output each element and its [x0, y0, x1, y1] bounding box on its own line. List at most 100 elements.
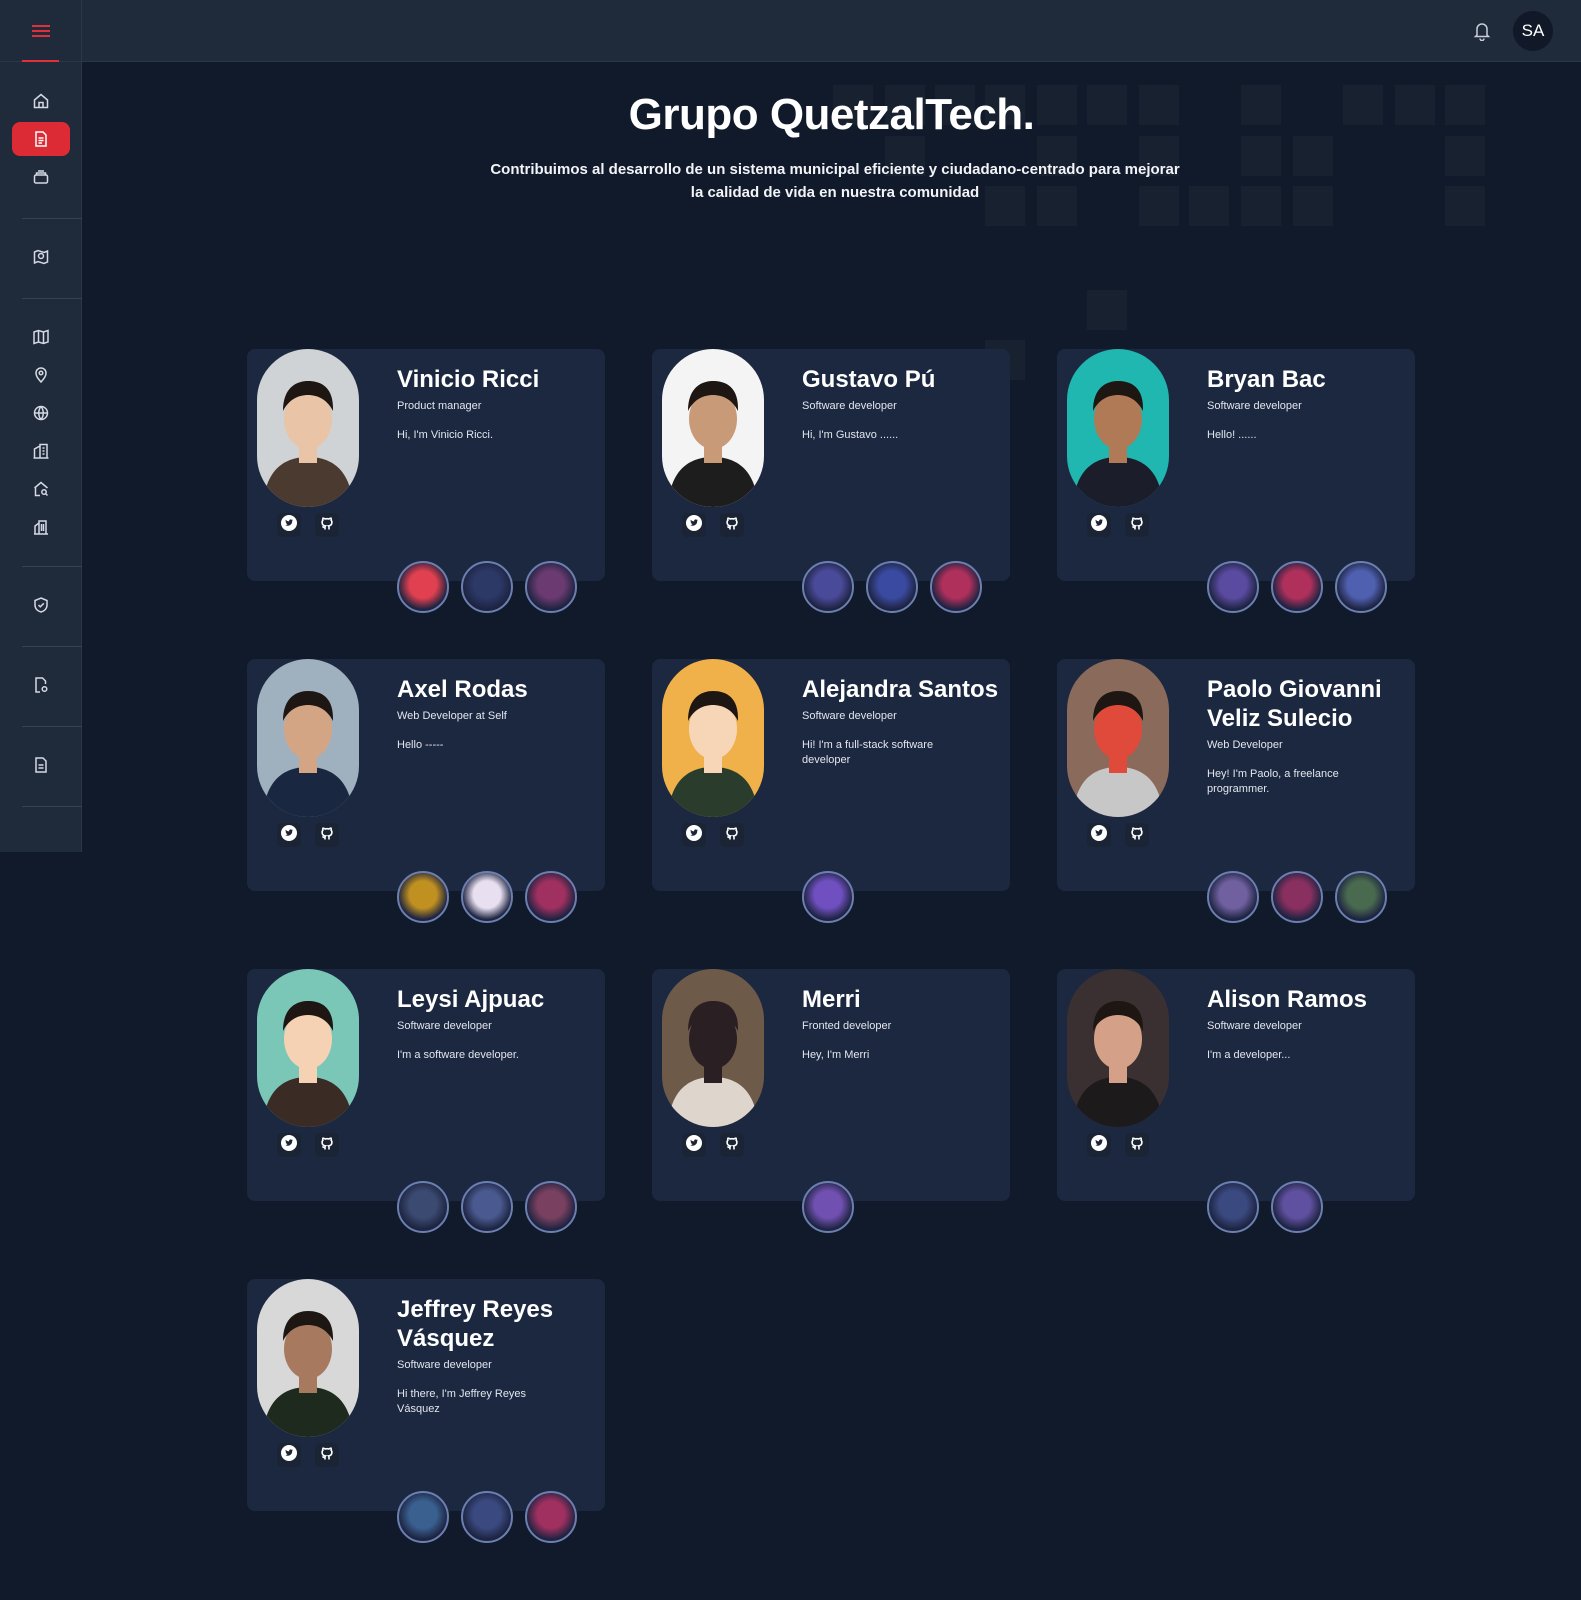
github-link[interactable] [1125, 513, 1149, 537]
sidebar-item-globe[interactable] [12, 396, 70, 430]
twitter-link[interactable] [277, 513, 301, 537]
achievement-badge-icon[interactable] [1207, 871, 1259, 923]
member-bio: I'm a software developer. [397, 1049, 519, 1061]
twitter-link[interactable] [277, 1443, 301, 1467]
member-card: Gustavo Pú Software developer Hi, I'm Gu… [652, 349, 1010, 613]
twitter-icon [1091, 824, 1107, 846]
achievement-badge-icon[interactable] [930, 561, 982, 613]
sidebar-item-security[interactable] [12, 588, 70, 622]
github-link[interactable] [720, 823, 744, 847]
achievement-badge-icon[interactable] [461, 871, 513, 923]
member-name: Jeffrey Reyes Vásquez [397, 1296, 554, 1352]
member-role: Software developer [1207, 400, 1302, 412]
achievement-badge-icon[interactable] [525, 871, 577, 923]
achievement-badge-icon[interactable] [397, 1491, 449, 1543]
member-info: Bryan Bac Software developer Hello! ....… [1207, 365, 1407, 443]
badge-list [397, 1181, 577, 1233]
social-links [277, 823, 339, 847]
achievement-badge-icon[interactable] [525, 1491, 577, 1543]
member-role: Software developer [397, 1020, 492, 1032]
achievement-badge-icon[interactable] [397, 871, 449, 923]
badge-list [397, 1491, 577, 1543]
github-icon [319, 1135, 335, 1156]
user-avatar[interactable]: SA [1513, 11, 1553, 51]
sidebar-item-documents[interactable] [12, 122, 70, 156]
github-link[interactable] [315, 1133, 339, 1157]
member-card: Alison Ramos Software developer I'm a de… [1057, 969, 1415, 1233]
member-bio: Hello ----- [397, 739, 444, 751]
member-role: Web Developer at Self [397, 710, 507, 722]
member-photo [257, 349, 359, 507]
achievement-badge-icon[interactable] [525, 1181, 577, 1233]
menu-button[interactable] [0, 0, 82, 62]
achievement-badge-icon[interactable] [525, 561, 577, 613]
member-name: Bryan Bac [1207, 366, 1326, 393]
twitter-link[interactable] [682, 513, 706, 537]
twitter-link[interactable] [1087, 1133, 1111, 1157]
badge-list [397, 871, 577, 923]
achievement-badge-icon[interactable] [461, 1491, 513, 1543]
member-bio: Hey! I'm Paolo, a freelance programmer. [1207, 768, 1339, 795]
badge-list [1207, 1181, 1323, 1233]
sidebar-item-file[interactable] [12, 748, 70, 782]
github-link[interactable] [315, 823, 339, 847]
menu-icon [31, 25, 50, 37]
sidebar-item-buildings[interactable] [12, 434, 70, 468]
twitter-link[interactable] [682, 1133, 706, 1157]
sidebar-item-inbox[interactable] [12, 160, 70, 194]
achievement-badge-icon[interactable] [802, 871, 854, 923]
badge-list [802, 1181, 854, 1233]
github-link[interactable] [315, 513, 339, 537]
sidebar-item-home[interactable] [12, 84, 70, 118]
member-info: Leysi Ajpuac Software developer I'm a so… [397, 985, 597, 1063]
member-role: Fronted developer [802, 1020, 892, 1032]
sidebar-item-map[interactable] [12, 320, 70, 354]
achievement-badge-icon[interactable] [461, 561, 513, 613]
page-title: Grupo QuetzalTech. [628, 90, 1035, 139]
achievement-badge-icon[interactable] [866, 561, 918, 613]
twitter-link[interactable] [1087, 513, 1111, 537]
github-link[interactable] [315, 1443, 339, 1467]
member-bio: I'm a developer... [1207, 1049, 1291, 1061]
twitter-icon [686, 1134, 702, 1156]
badge-list [397, 561, 577, 613]
twitter-link[interactable] [1087, 823, 1111, 847]
sidebar-item-file-settings[interactable] [12, 668, 70, 702]
member-role: Web Developer [1207, 739, 1283, 751]
github-link[interactable] [720, 1133, 744, 1157]
sidebar-item-reports[interactable] [12, 240, 70, 274]
social-links [682, 823, 744, 847]
github-icon [724, 515, 740, 536]
achievement-badge-icon[interactable] [1335, 561, 1387, 613]
achievement-badge-icon[interactable] [1207, 1181, 1259, 1233]
achievement-badge-icon[interactable] [1271, 561, 1323, 613]
location-pin-icon [35, 367, 47, 384]
sidebar-item-location[interactable] [12, 358, 70, 392]
member-photo [1067, 349, 1169, 507]
sidebar-item-city[interactable] [12, 510, 70, 544]
sidebar-item-home-search[interactable] [12, 472, 70, 506]
achievement-badge-icon[interactable] [1271, 1181, 1323, 1233]
twitter-link[interactable] [277, 823, 301, 847]
achievement-badge-icon[interactable] [1335, 871, 1387, 923]
achievement-badge-icon[interactable] [397, 561, 449, 613]
github-link[interactable] [720, 513, 744, 537]
achievement-badge-icon[interactable] [397, 1181, 449, 1233]
twitter-link[interactable] [277, 1133, 301, 1157]
twitter-link[interactable] [682, 823, 706, 847]
twitter-icon [686, 824, 702, 846]
achievement-badge-icon[interactable] [461, 1181, 513, 1233]
achievement-badge-icon[interactable] [802, 561, 854, 613]
bell-icon[interactable] [1473, 21, 1491, 41]
achievement-badge-icon[interactable] [802, 1181, 854, 1233]
achievement-badge-icon[interactable] [1271, 871, 1323, 923]
github-link[interactable] [1125, 823, 1149, 847]
github-link[interactable] [1125, 1133, 1149, 1157]
badge-list [802, 871, 854, 923]
member-name: Alison Ramos [1207, 986, 1368, 1013]
badge-list [1207, 561, 1387, 613]
member-photo [1067, 969, 1169, 1127]
member-bio: Hi! I'm a full-stack software developer [802, 739, 934, 766]
achievement-badge-icon[interactable] [1207, 561, 1259, 613]
member-info: Axel Rodas Web Developer at Self Hello -… [397, 675, 597, 753]
